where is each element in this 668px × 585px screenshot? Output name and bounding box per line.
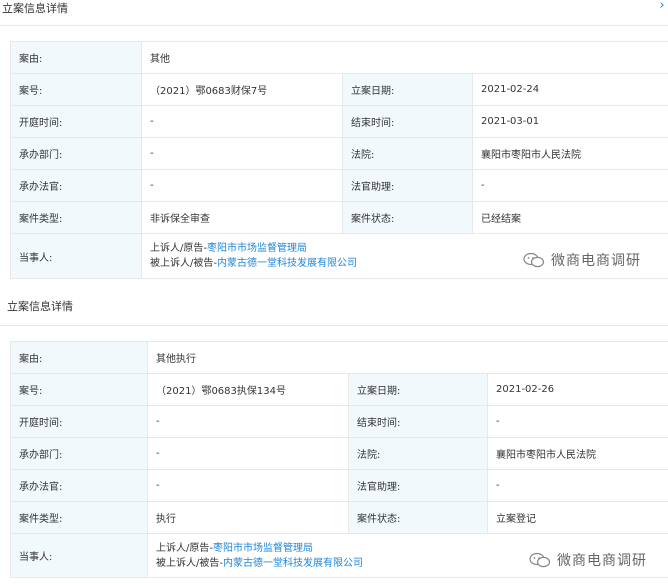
assistant-label: 法官助理: [348,469,488,502]
cause-value: 其他 [140,41,668,74]
table-row: 承办部门: - 法院: 襄阳市枣阳市人民法院 [10,437,668,470]
cause-label: 案由: [10,41,142,74]
table-row: 承办法官: - 法官助理: - [10,169,668,202]
watermark: 微商电商调研 [523,250,641,270]
table-row: 案由: 其他 [10,41,668,74]
filing-date-label: 立案日期: [342,73,473,106]
table-row: 案由: 其他执行 [10,341,668,374]
plaintiff-link[interactable]: 枣阳市市场监督管理局 [213,543,313,554]
close-icon[interactable]: › [655,0,668,14]
case-status-label: 案件状态: [342,201,473,234]
end-time-label: 结束时间: [342,105,473,138]
case-info-table: 案由: 其他执行 案号: （2021）鄂0683执保134号 立案日期: 202… [10,341,668,578]
defendant-link[interactable]: 内蒙古德一堂科技发展有限公司 [223,558,363,569]
assistant-value: - [471,169,668,202]
divider [0,25,668,26]
case-type-value: 非诉保全审查 [141,201,343,234]
court-label: 法院: [348,437,488,470]
case-status-label: 案件状态: [348,501,488,534]
section-title: 立案信息详情 [2,2,68,15]
hearing-time-value: - [141,105,343,138]
case-type-label: 案件类型: [10,501,148,534]
filing-date-value: 2021-02-24 [471,73,668,106]
table-row: 开庭时间: - 结束时间: 2021-03-01 [10,105,668,138]
defendant-link[interactable]: 内蒙古德一堂科技发展有限公司 [217,258,357,269]
case-no-label: 案号: [10,73,142,106]
department-value: - [141,137,343,170]
department-label: 承办部门: [10,137,142,170]
hearing-time-label: 开庭时间: [10,405,148,438]
department-label: 承办部门: [10,437,148,470]
defendant-role: 被上诉人/被告- [156,557,223,569]
table-row: 承办部门: - 法院: 襄阳市枣阳市人民法院 [10,137,668,170]
case-no-link[interactable]: （2021）鄂0683财保7号 [141,73,343,106]
case-info-table: 案由: 其他 案号: （2021）鄂0683财保7号 立案日期: 2021-02… [10,41,668,279]
table-row: 案件类型: 非诉保全审查 案件状态: 已经结案 [10,201,668,234]
hearing-time-label: 开庭时间: [10,105,142,138]
judge-label: 承办法官: [10,469,148,502]
court-value: 襄阳市枣阳市人民法院 [471,137,668,170]
plaintiff-link[interactable]: 枣阳市市场监督管理局 [207,243,307,254]
wechat-icon [529,552,551,568]
plaintiff-role: 上诉人/原告- [150,243,207,254]
wechat-icon [523,252,545,268]
watermark: 微商电商调研 [529,550,647,570]
cause-label: 案由: [10,341,148,374]
filing-date-value: 2021-02-26 [486,373,668,406]
divider [0,325,668,326]
court-label: 法院: [342,137,473,170]
case-status-value: 已经结案 [471,201,668,234]
table-row: 承办法官: - 法官助理: - [10,469,668,502]
watermark-text: 微商电商调研 [557,553,647,569]
judge-label: 承办法官: [10,169,142,202]
end-time-label: 结束时间: [348,405,488,438]
case-status-value: 立案登记 [486,501,668,534]
assistant-label: 法官助理: [342,169,473,202]
case-no-label: 案号: [10,373,148,406]
court-value: 襄阳市枣阳市人民法院 [486,437,668,470]
hearing-time-value: - [147,405,349,438]
judge-value: - [141,169,343,202]
table-row: 案号: （2021）鄂0683财保7号 立案日期: 2021-02-24 [10,73,668,106]
table-row: 案号: （2021）鄂0683执保134号 立案日期: 2021-02-26 [10,373,668,406]
department-value: - [147,437,349,470]
table-row: 案件类型: 执行 案件状态: 立案登记 [10,501,668,534]
parties-label: 当事人: [10,533,148,578]
judge-value: - [147,469,349,502]
end-time-value: - [486,405,668,438]
parties-label: 当事人: [10,233,142,279]
end-time-value: 2021-03-01 [471,105,668,138]
defendant-role: 被上诉人/被告- [150,258,217,269]
table-row: 开庭时间: - 结束时间: - [10,405,668,438]
case-no-link[interactable]: （2021）鄂0683执保134号 [147,373,349,406]
cause-value: 其他执行 [146,341,668,374]
filing-date-label: 立案日期: [348,373,488,406]
case-type-label: 案件类型: [10,201,142,234]
plaintiff-role: 上诉人/原告- [156,542,213,554]
case-type-value: 执行 [147,501,349,534]
watermark-text: 微商电商调研 [551,253,641,269]
section-title: 立案信息详情 [7,300,73,313]
assistant-value: - [486,469,668,502]
